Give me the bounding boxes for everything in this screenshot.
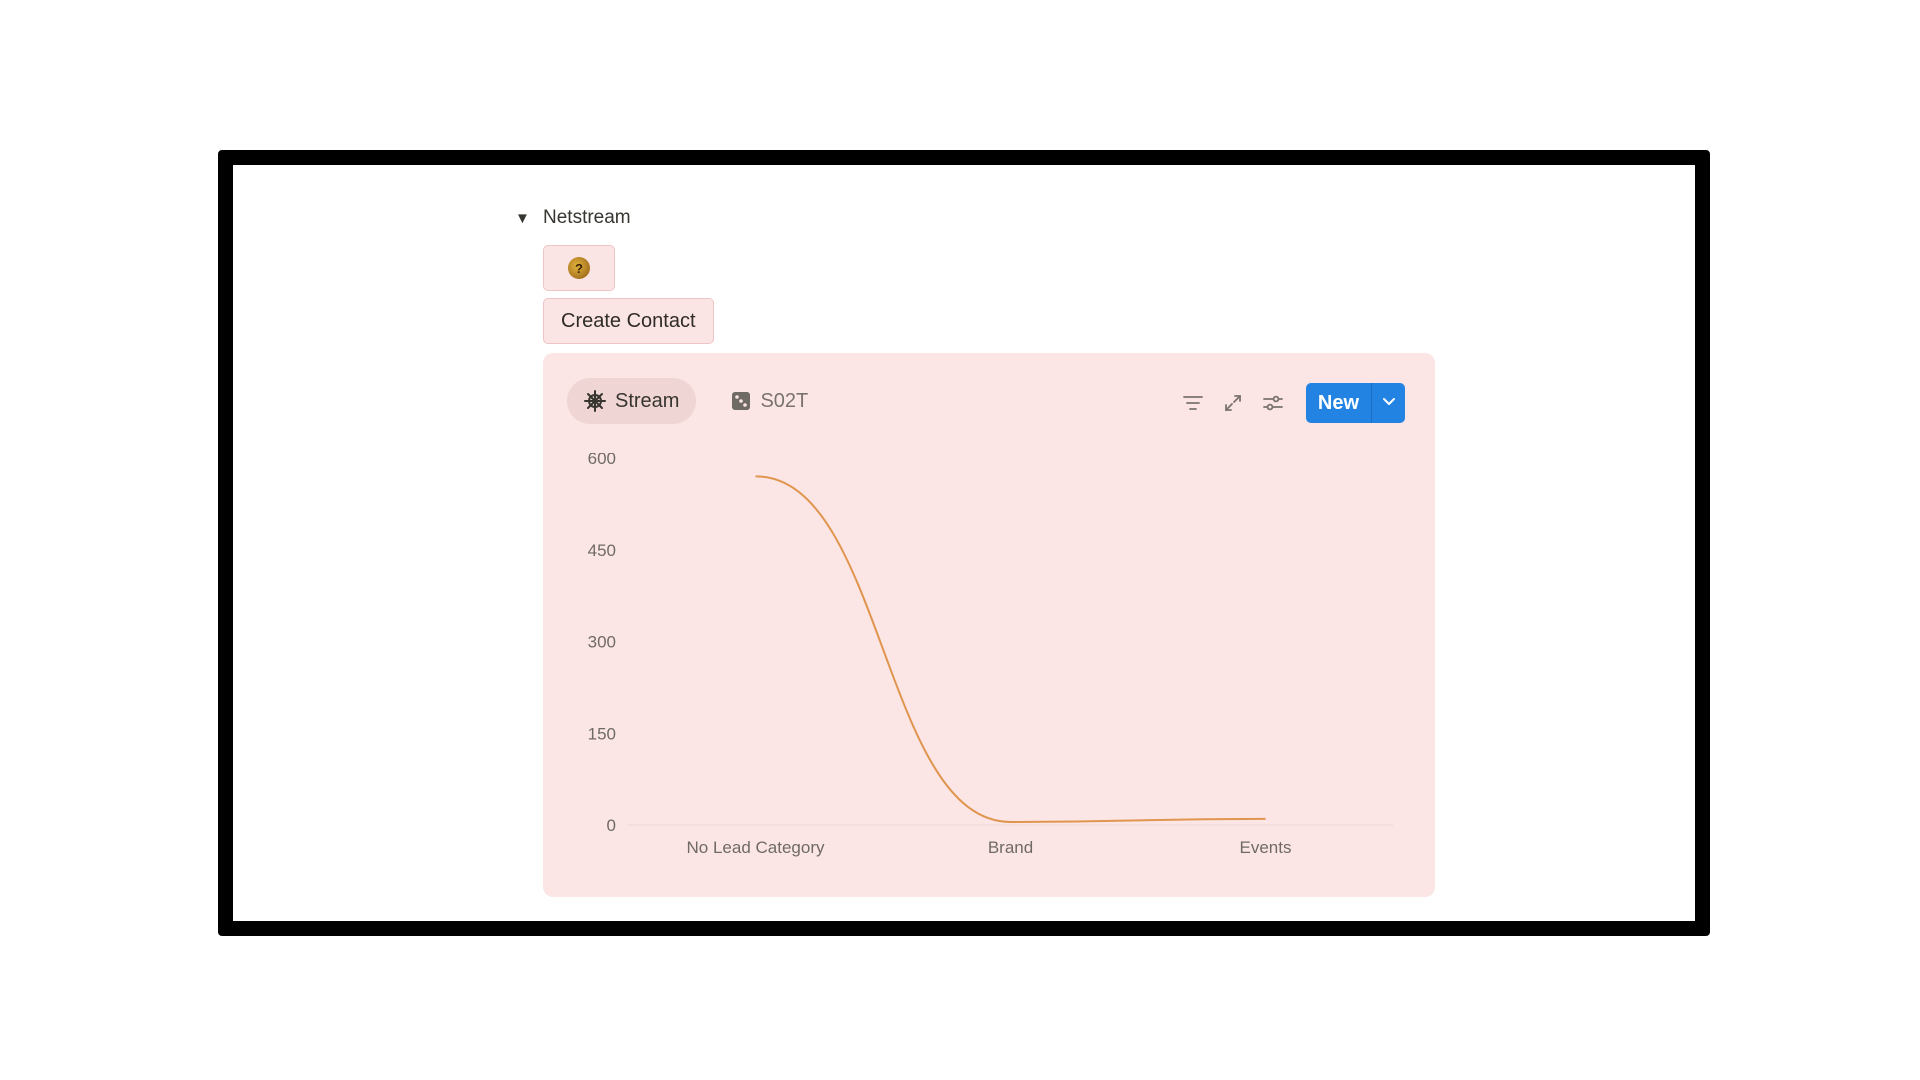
chart-view-panel: Stream S02T New 0 150 300 450 600 No Lea… (543, 353, 1435, 897)
toggle-title: Netstream (543, 207, 631, 228)
x-tick-label: No Lead Category (687, 838, 825, 857)
dice-icon (731, 391, 751, 411)
x-tick-label: Brand (988, 838, 1033, 857)
window-frame: ▼ Netstream ? Create Contact Stream S02T… (218, 150, 1710, 936)
y-tick-label: 150 (588, 724, 616, 743)
y-tick-label: 0 (607, 816, 616, 835)
tab-label: Stream (615, 389, 680, 412)
y-tick-label: 450 (588, 541, 616, 560)
x-tick-label: Events (1240, 838, 1292, 857)
line-chart: 0 150 300 450 600 No Lead Category Brand Events (588, 453, 1393, 857)
create-contact-button[interactable]: Create Contact (543, 298, 714, 344)
create-contact-label: Create Contact (561, 309, 696, 332)
view-tabs: Stream S02T (567, 378, 825, 424)
view-toolbar: New (1180, 383, 1405, 423)
toggle-arrow-icon[interactable]: ▼ (515, 210, 530, 227)
y-tick-label: 300 (588, 633, 616, 652)
settings-sliders-icon[interactable] (1260, 390, 1286, 416)
y-tick-label: 600 (588, 453, 616, 468)
series-line (755, 475, 1266, 823)
toggle-block[interactable]: ▼ Netstream (515, 207, 631, 229)
tab-label: S02T (760, 389, 809, 412)
new-button[interactable]: New (1306, 383, 1371, 423)
helm-icon (584, 390, 606, 412)
filter-icon[interactable] (1180, 390, 1206, 416)
tab-s02t[interactable]: S02T (714, 378, 825, 424)
new-button-group: New (1305, 383, 1405, 423)
emoji-button[interactable]: ? (543, 245, 615, 291)
tab-stream[interactable]: Stream (567, 378, 697, 424)
coin-emoji-icon: ? (568, 257, 590, 279)
chevron-down-icon (1382, 394, 1396, 412)
new-button-label: New (1317, 391, 1359, 414)
emoji-glyph: ? (575, 260, 583, 276)
expand-icon[interactable] (1220, 390, 1246, 416)
new-dropdown-button[interactable] (1371, 383, 1405, 423)
